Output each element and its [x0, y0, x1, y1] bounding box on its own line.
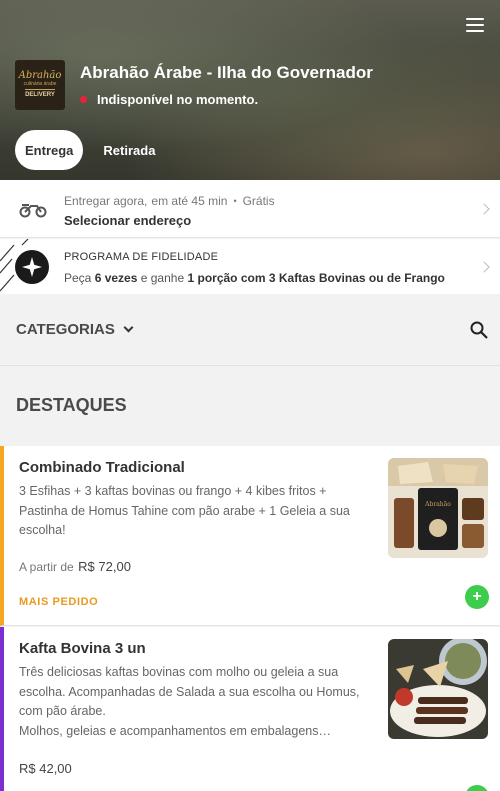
- product-image: [388, 639, 488, 739]
- chevron-down-icon: [123, 322, 134, 333]
- loyalty-title: PROGRAMA DE FIDELIDADE: [64, 251, 219, 263]
- product-price: R$ 72,00: [78, 559, 131, 574]
- product-price-row: R$ 42,00: [19, 760, 72, 778]
- chevron-right-icon: [478, 261, 490, 273]
- product-price: R$ 42,00: [19, 761, 72, 776]
- status-dot-icon: [80, 96, 87, 103]
- categories-dropdown[interactable]: CATEGORIAS: [16, 321, 134, 338]
- product-description: Três deliciosas kaftas bovinas com molho…: [19, 665, 360, 718]
- delivery-eta: em até 45 min: [151, 194, 228, 208]
- product-description-extra: Molhos, geleias e acompanhamentos em emb…: [19, 724, 331, 738]
- status-text: Indisponível no momento.: [97, 92, 259, 107]
- select-address-link[interactable]: Selecionar endereço: [64, 213, 191, 228]
- best-seller-badge: MAIS PEDIDO: [19, 596, 99, 608]
- add-to-cart-button[interactable]: +: [465, 785, 489, 791]
- product-image: Abrahão: [388, 458, 488, 558]
- status-indicator: Indisponível no momento.: [80, 92, 258, 107]
- product-description: 3 Esfihas + 3 kaftas bovinas ou frango +…: [19, 484, 350, 537]
- delivery-fee: Grátis: [242, 194, 275, 208]
- restaurant-hero: Abrahão culinária árabe DELIVERY Abrahão…: [0, 0, 500, 180]
- product-name: Combinado Tradicional: [19, 459, 185, 476]
- product-name: Kafta Bovina 3 un: [19, 640, 146, 657]
- product-price-row: A partir de R$ 72,00: [19, 559, 131, 574]
- product-card[interactable]: Kafta Bovina 3 un Três deliciosas kaftas…: [0, 627, 500, 791]
- svg-text:Abrahão: Abrahão: [424, 501, 451, 508]
- separator-dot: •: [233, 196, 237, 206]
- search-icon[interactable]: [470, 321, 488, 339]
- delivery-row[interactable]: [0, 180, 500, 238]
- delivery-info: Entregar agora, em até 45 min • Grátis: [64, 194, 275, 208]
- motorcycle-icon: [19, 204, 47, 218]
- loyalty-text: Peça 6 vezes e ganhe 1 porção com 3 Kaft…: [64, 271, 445, 285]
- hamburger-icon[interactable]: [466, 18, 484, 32]
- product-card[interactable]: Combinado Tradicional 3 Esfihas + 3 kaft…: [0, 446, 500, 626]
- delivery-when: Entregar agora,: [64, 194, 148, 208]
- tab-entrega[interactable]: Entrega: [15, 130, 84, 170]
- tab-retirada[interactable]: Retirada: [93, 130, 165, 170]
- add-to-cart-button[interactable]: +: [465, 585, 489, 609]
- order-type-tabs: Entrega Retirada: [15, 130, 165, 170]
- chevron-right-icon: [478, 203, 490, 215]
- section-title: DESTAQUES: [16, 395, 127, 415]
- restaurant-logo: Abrahão culinária árabe DELIVERY: [15, 60, 65, 110]
- sparkle-icon: [15, 250, 49, 284]
- loyalty-row[interactable]: [0, 239, 500, 294]
- restaurant-name: Abrahão Árabe - Ilha do Governador: [80, 63, 373, 82]
